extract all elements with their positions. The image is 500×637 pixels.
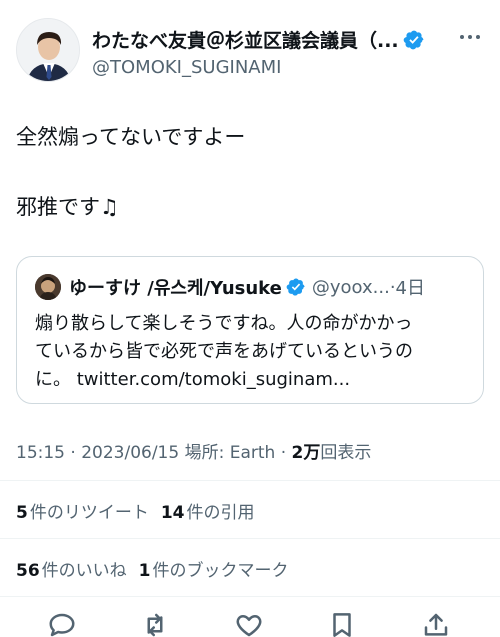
- quoted-text-line: に。 twitter.com/tomoki_suginam...: [35, 369, 351, 390]
- tweet-timestamp: 15:15 · 2023/06/15 場所: Earth · 2万回表示: [16, 438, 371, 463]
- like-bookmark-stats: 56 件のいいね 1 件のブックマーク: [16, 556, 289, 581]
- reply-icon[interactable]: [47, 610, 77, 637]
- quoted-tweet-text: 煽り散らして楽しそうですね。人の命がかかっ ているから皆で必死で声をあげていると…: [35, 310, 475, 394]
- author-display-name[interactable]: わたなべ友貴＠杉並区議会議員（...: [92, 26, 399, 53]
- share-icon[interactable]: [421, 610, 451, 637]
- retweet-icon[interactable]: [140, 610, 170, 637]
- retweets-stat[interactable]: 5 件のリツイート: [16, 503, 149, 523]
- tweet-text-line-2-text: 邪推です: [16, 195, 100, 219]
- views-count: 2万: [291, 443, 321, 463]
- action-bar: [0, 604, 500, 637]
- retweets-label: 件のリツイート: [29, 503, 149, 523]
- quoted-author-name: ゆーすけ /유스케/Yusuke: [69, 278, 282, 299]
- author-avatar[interactable]: [16, 18, 80, 82]
- retweet-quote-stats: 5 件のリツイート 14 件の引用: [16, 498, 255, 523]
- tweet-text-line-1: 全然煽ってないですよー: [16, 125, 246, 149]
- verified-badge-icon: [403, 30, 424, 49]
- divider: [0, 480, 500, 481]
- quotes-label: 件の引用: [186, 503, 255, 523]
- verified-badge-icon: [286, 278, 305, 296]
- bookmark-icon[interactable]: [327, 610, 357, 637]
- bookmarks-count: 1: [138, 561, 151, 581]
- like-icon[interactable]: [234, 610, 264, 637]
- author-name-row: わたなべ友貴＠杉並区議会議員（...: [92, 26, 425, 53]
- bookmarks-stat[interactable]: 1 件のブックマーク: [139, 561, 289, 581]
- author-handle[interactable]: @TOMOKI_SUGINAMI: [92, 57, 281, 78]
- timestamp-text[interactable]: 15:15 · 2023/06/15 場所: Earth ·: [16, 443, 292, 463]
- tweet-text-line-2: 邪推です♫: [16, 193, 119, 221]
- tweet-header: わたなべ友貴＠杉並区議会議員（... @TOMOKI_SUGINAMI: [16, 18, 484, 88]
- more-icon[interactable]: [456, 26, 484, 48]
- quoted-author-handle: @yoox...: [311, 276, 390, 298]
- quoted-text-line: 煽り散らして楽しそうですね。人の命がかかっ: [35, 313, 413, 334]
- retweets-count: 5: [16, 503, 28, 523]
- divider: [0, 596, 500, 597]
- quotes-count: 14: [160, 503, 185, 523]
- quoted-author-avatar: [35, 274, 61, 300]
- bookmarks-label: 件のブックマーク: [152, 561, 289, 581]
- quotes-stat[interactable]: 14 件の引用: [161, 503, 255, 523]
- divider: [0, 538, 500, 539]
- music-note-emoji: ♫: [100, 195, 119, 219]
- quoted-time: 4日: [395, 278, 425, 299]
- quoted-tweet-card[interactable]: ゆーすけ /유스케/Yusuke @yoox... · 4日 煽り散らして楽しそ…: [16, 256, 484, 404]
- likes-count: 56: [16, 561, 40, 581]
- quoted-tweet-header: ゆーすけ /유스케/Yusuke @yoox... · 4日: [69, 274, 425, 300]
- views-label: 回表示: [320, 443, 372, 463]
- quoted-text-line: ているから皆で必死で声をあげているというの: [35, 341, 413, 362]
- likes-label: 件のいいね: [41, 561, 127, 581]
- likes-stat[interactable]: 56 件のいいね: [16, 561, 127, 581]
